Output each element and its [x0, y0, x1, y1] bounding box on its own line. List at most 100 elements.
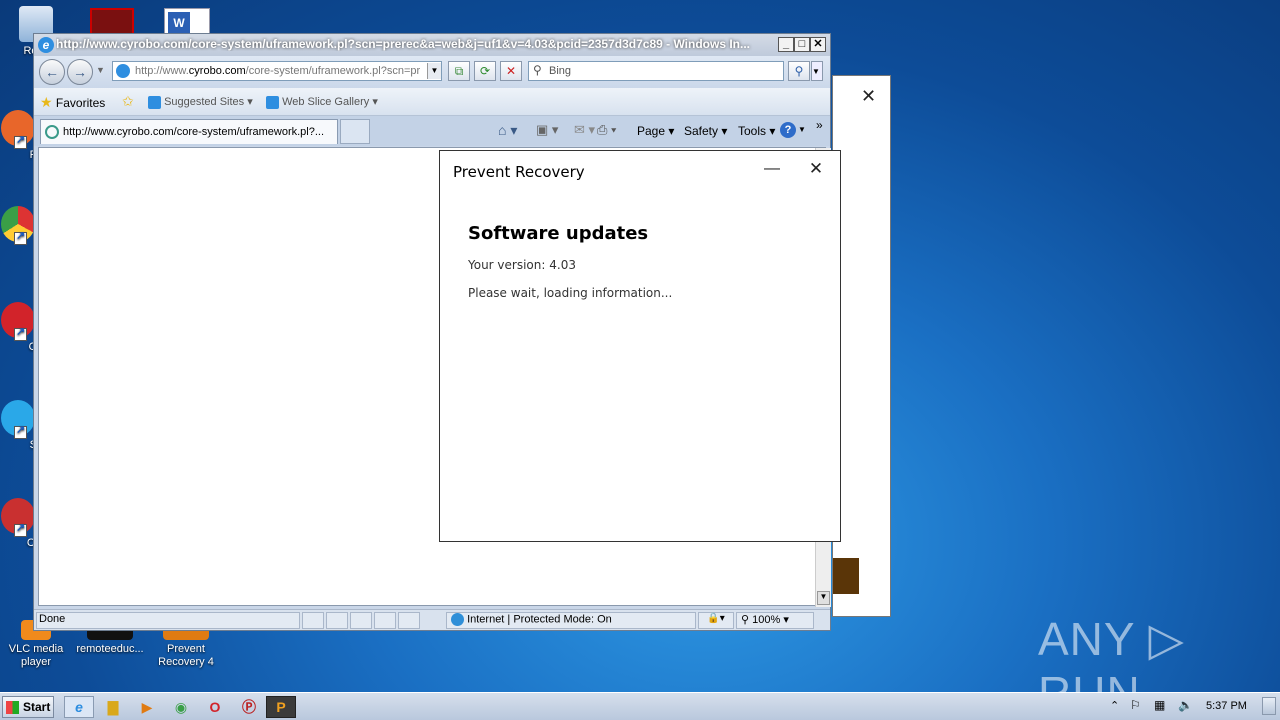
add-favorite-icon[interactable]: ✩ — [122, 93, 134, 110]
search-input[interactable]: ⚲ Bing — [528, 61, 784, 81]
safety-menu[interactable]: Safety ▾ — [684, 124, 727, 138]
star-icon: ★ — [40, 94, 53, 110]
ie-logo-icon: e — [38, 37, 54, 53]
status-cell — [302, 612, 324, 629]
taskbar-ie-icon[interactable]: e — [64, 696, 94, 718]
show-desktop-button[interactable] — [1262, 697, 1276, 715]
print-icon[interactable]: ⎙ ▾ — [597, 122, 616, 138]
status-text-cell: Done — [36, 612, 300, 629]
taskbar-chrome-icon[interactable]: ◉ — [166, 696, 196, 718]
prevent-recovery-dialog: Prevent Recovery — ✕ Software updates Yo… — [439, 150, 841, 542]
compatibility-view-button[interactable]: ⧉ — [448, 61, 470, 81]
web-slice-gallery-label: Web Slice Gallery — [282, 96, 370, 108]
zoom-icon: ⚲ — [741, 614, 750, 626]
stop-button[interactable]: ✕ — [500, 61, 522, 81]
status-cell — [350, 612, 372, 629]
feeds-icon[interactable]: ▣ ▾ — [536, 122, 558, 138]
version-text: Your version: 4.03 — [468, 258, 576, 272]
status-cell — [374, 612, 396, 629]
taskbar-explorer-icon[interactable]: ▇ — [98, 696, 128, 718]
back-button[interactable]: ← — [39, 59, 65, 85]
tab-bar: http://www.cyrobo.com/core-system/uframe… — [34, 116, 830, 146]
suggested-sites-link[interactable]: Suggested Sites ▾ — [148, 95, 253, 109]
dialog-heading: Software updates — [468, 223, 649, 244]
desktop-icon-label: VLC media player — [8, 643, 64, 668]
shortcut-arrow-icon — [14, 230, 27, 245]
clock[interactable]: 5:37 PM — [1206, 700, 1247, 712]
search-placeholder: Bing — [549, 65, 572, 77]
close-icon[interactable]: ✕ — [861, 86, 876, 107]
help-icon[interactable]: ? — [780, 122, 796, 138]
tab-active[interactable]: http://www.cyrobo.com/core-system/uframe… — [40, 119, 338, 144]
dialog-title: Prevent Recovery — [453, 163, 585, 181]
tray-expand-icon[interactable]: ⌃ — [1110, 699, 1119, 712]
protected-mode-icon[interactable]: 🔒▾ — [698, 612, 734, 629]
network-icon[interactable]: ▦ — [1154, 698, 1165, 712]
status-zone-cell[interactable]: Internet | Protected Mode: On — [446, 612, 696, 629]
volume-icon[interactable]: 🔈 — [1178, 698, 1193, 712]
close-button[interactable]: ✕ — [810, 37, 826, 52]
address-bar[interactable]: http://www.cyrobo.com/core-system/uframe… — [112, 61, 442, 81]
tools-menu[interactable]: Tools ▾ — [738, 124, 775, 138]
scroll-down-arrow[interactable]: ▼ — [817, 591, 830, 605]
ie-page-icon — [266, 95, 279, 109]
minimize-button[interactable]: — — [760, 157, 784, 181]
help-dropdown-icon[interactable]: ▼ — [798, 125, 806, 134]
address-text: http://www.cyrobo.com/core-system/uframe… — [135, 65, 421, 77]
action-center-icon[interactable]: ⚐ — [1130, 698, 1141, 712]
chevron-down-icon[interactable]: ▼ — [96, 65, 105, 75]
address-dropdown-icon[interactable]: ▼ — [427, 63, 441, 79]
shortcut-arrow-icon — [14, 522, 27, 537]
shortcut-arrow-icon — [14, 134, 27, 149]
search-button[interactable]: ⚲ — [788, 61, 810, 81]
status-bar: Done Internet | Protected Mode: On 🔒▾ ⚲ … — [34, 609, 830, 630]
loading-icon — [45, 125, 59, 139]
minimize-button[interactable]: _ — [778, 37, 794, 52]
shortcut-arrow-icon — [14, 326, 27, 341]
taskbar-app-p-icon[interactable]: Ⓟ — [234, 696, 264, 718]
mail-icon[interactable]: ✉ ▾ — [574, 122, 595, 138]
favorites-bar: ★ Favorites ✩ Suggested Sites ▾ Web Slic… — [34, 88, 830, 116]
background-dialog-button[interactable] — [833, 558, 859, 594]
taskbar-prevent-recovery-icon[interactable]: P — [266, 696, 296, 718]
tab-title: http://www.cyrobo.com/core-system/uframe… — [63, 126, 325, 138]
search-icon: ⚲ — [533, 63, 542, 77]
ie-page-icon — [148, 95, 161, 109]
page-icon — [116, 64, 130, 78]
desktop-icon-label: remoteeduc... — [76, 643, 144, 655]
home-icon[interactable]: ⌂ ▾ — [498, 122, 517, 139]
start-button[interactable]: Start — [2, 696, 54, 718]
status-text: Done — [39, 613, 66, 625]
windows-logo-icon — [6, 701, 19, 714]
suggested-sites-label: Suggested Sites — [164, 96, 245, 108]
close-button[interactable]: ✕ — [804, 157, 828, 181]
new-tab-button[interactable] — [340, 119, 370, 144]
maximize-button[interactable]: □ — [794, 37, 810, 52]
web-slice-gallery-link[interactable]: Web Slice Gallery ▾ — [266, 95, 378, 109]
globe-icon — [451, 613, 464, 626]
taskbar: Start e ▇ ▶ ◉ O Ⓟ P ⌃ ⚐ ▦ 🔈 5:37 PM — [0, 692, 1280, 720]
status-cell — [398, 612, 420, 629]
page-menu[interactable]: Page ▾ — [637, 124, 674, 138]
ie-titlebar: e http://www.cyrobo.com/core-system/ufra… — [34, 34, 830, 56]
forward-button[interactable]: → — [67, 59, 93, 85]
ie-navigation-bar: ← → ▼ http://www.cyrobo.com/core-system/… — [34, 56, 830, 88]
ie-window-title: http://www.cyrobo.com/core-system/uframe… — [56, 37, 751, 51]
shortcut-arrow-icon — [14, 424, 27, 439]
search-options-icon[interactable]: ▼ — [811, 61, 823, 81]
refresh-button[interactable]: ⟳ — [474, 61, 496, 81]
desktop-icon-word[interactable]: W — [164, 8, 210, 36]
desktop-icon-label: Prevent Recovery 4 — [158, 643, 214, 668]
zoom-control[interactable]: ⚲ 100% ▾ — [736, 612, 814, 629]
word-icon: W — [168, 12, 190, 34]
taskbar-opera-icon[interactable]: O — [200, 696, 230, 718]
favorites-button[interactable]: ★ Favorites — [40, 94, 105, 111]
loading-text: Please wait, loading information... — [468, 286, 673, 300]
chevron-more-icon[interactable]: » — [816, 118, 823, 132]
zoom-level: 100% — [752, 614, 781, 626]
desktop-icon-acrobat[interactable] — [90, 8, 134, 36]
status-cell — [326, 612, 348, 629]
zone-text: Internet | Protected Mode: On — [467, 613, 612, 626]
taskbar-media-player-icon[interactable]: ▶ — [132, 696, 162, 718]
start-label: Start — [23, 700, 51, 714]
